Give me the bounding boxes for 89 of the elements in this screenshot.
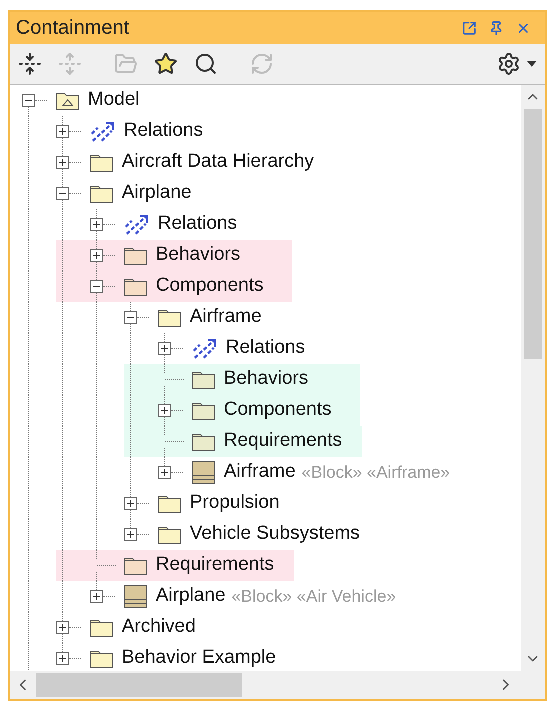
tree-item-label: Vehicle Subsystems — [190, 522, 360, 546]
horizontal-scrollbar[interactable] — [10, 671, 545, 699]
window-title: Containment — [16, 16, 130, 41]
tree-item[interactable]: Aircraft Data Hierarchy — [22, 147, 334, 178]
folder-icon — [158, 494, 182, 514]
expand-toggle-icon[interactable] — [56, 652, 69, 665]
collapse-all-icon — [18, 52, 42, 76]
tree-item-label: Components — [156, 274, 264, 298]
collapse-toggle-icon[interactable] — [90, 280, 103, 293]
float-icon — [462, 20, 477, 36]
collapse-all-button[interactable] — [16, 50, 44, 78]
tree-item[interactable]: Behaviors — [56, 240, 292, 271]
collapse-toggle-icon[interactable] — [56, 187, 69, 200]
tree-item-label: Requirements — [224, 429, 342, 454]
tree-item[interactable]: Components — [56, 271, 292, 302]
expand-toggle-icon[interactable] — [158, 466, 171, 479]
scrollbar-thumb[interactable] — [36, 673, 242, 697]
relations-icon — [124, 214, 150, 236]
tree-item-label: Behavior Example — [122, 646, 276, 670]
tree-item[interactable]: Components — [124, 395, 360, 426]
tree-item-label: Relations — [158, 212, 238, 236]
relations-icon — [192, 338, 218, 360]
expand-all-icon — [58, 52, 82, 76]
block-icon — [192, 460, 216, 484]
folder-icon — [90, 152, 114, 172]
expand-toggle-icon[interactable] — [56, 156, 69, 169]
stereotype-label: «Block» «Air Vehicle» — [232, 586, 396, 608]
tree-item-label: Propulsion — [190, 491, 280, 516]
collapse-toggle-icon[interactable] — [124, 311, 137, 324]
pin-button[interactable] — [489, 20, 504, 36]
expand-toggle-icon[interactable] — [90, 218, 103, 231]
expand-toggle-icon[interactable] — [124, 528, 137, 541]
folder-icon — [90, 184, 114, 204]
tree-item-label: Airframe — [190, 305, 262, 330]
sync-icon — [250, 52, 274, 76]
search-icon — [194, 52, 218, 76]
float-button[interactable] — [462, 20, 477, 36]
vertical-scrollbar[interactable] — [521, 85, 545, 671]
folder-icon — [90, 648, 114, 668]
folder-icon — [192, 432, 216, 452]
tree-item[interactable]: Relations — [22, 116, 224, 147]
tree-item[interactable]: Model — [22, 85, 160, 116]
star-icon — [154, 52, 178, 76]
stereotype-label: «Block» «Airframe» — [302, 462, 450, 484]
caret-icon — [527, 61, 537, 67]
expand-toggle-icon[interactable] — [158, 404, 171, 417]
tree-item[interactable]: Behaviors — [124, 364, 360, 395]
tree-item-label: Aircraft Data Hierarchy — [122, 150, 314, 174]
folder-icon — [192, 370, 216, 390]
relations-icon — [90, 120, 116, 142]
tree-item-label: Relations — [226, 336, 306, 360]
folder-icon — [124, 556, 148, 576]
tree-item-label: Relations — [124, 119, 204, 144]
block-icon — [124, 584, 148, 608]
tree-item-label: Airplane — [156, 584, 226, 608]
tree-item[interactable]: Propulsion — [90, 488, 300, 519]
folder-icon — [90, 618, 114, 638]
tree-item[interactable]: Airframe «Block» «Airframe» — [124, 457, 470, 488]
tree-item-label: Archived — [122, 615, 196, 640]
tree-item-label: Airframe — [224, 460, 296, 484]
expand-toggle-icon[interactable] — [56, 621, 69, 634]
tree-item[interactable]: Requirements — [56, 550, 294, 581]
scrollbar-thumb[interactable] — [524, 109, 542, 359]
folder-icon — [124, 276, 148, 296]
tree-item-label: Components — [224, 398, 332, 422]
expand-toggle-icon[interactable] — [90, 590, 103, 603]
pin-icon — [489, 20, 504, 36]
tree-item[interactable]: Requirements — [124, 426, 362, 457]
tree-item[interactable]: Airplane «Block» «Air Vehicle» — [56, 581, 416, 612]
tree-item[interactable]: Airframe — [90, 302, 282, 333]
tree-item[interactable]: Archived — [22, 612, 216, 643]
collapse-toggle-icon[interactable] — [22, 94, 35, 107]
settings-icon — [497, 52, 521, 76]
expand-toggle-icon[interactable] — [124, 497, 137, 510]
folder-icon — [114, 52, 138, 76]
tree-item-label: Airplane — [122, 181, 192, 206]
tree-item-label: Requirements — [156, 553, 274, 578]
folder-icon — [158, 308, 182, 328]
folder-icon — [158, 524, 182, 544]
folder-icon — [124, 246, 148, 266]
model-package-icon — [56, 90, 80, 110]
expand-toggle-icon[interactable] — [158, 342, 171, 355]
tree-item-label: Behaviors — [224, 367, 308, 392]
expand-toggle-icon[interactable] — [56, 125, 69, 138]
tree-item-label: Behaviors — [156, 243, 240, 268]
tree-item-label: Model — [88, 88, 140, 112]
tree-item[interactable]: Airplane — [22, 178, 212, 209]
expand-toggle-icon[interactable] — [90, 249, 103, 262]
folder-icon — [192, 400, 216, 420]
